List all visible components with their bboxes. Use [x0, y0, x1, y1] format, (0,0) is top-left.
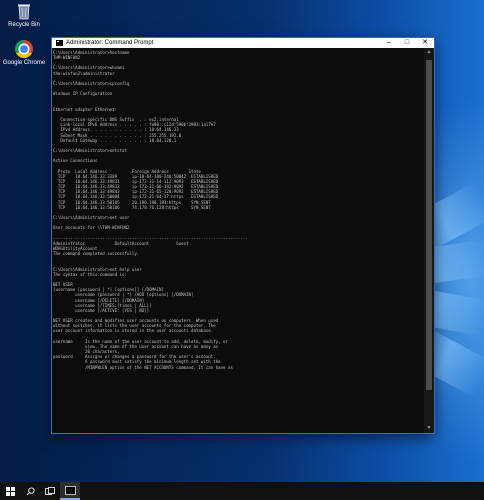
- command-prompt-icon: [56, 40, 63, 46]
- vertical-scrollbar[interactable]: ▲ ▼: [424, 48, 434, 433]
- command-prompt-window[interactable]: Administrator: Command Prompt – □ ✕ C:\U…: [52, 38, 434, 433]
- desktop-icon-label: Recycle Bin: [8, 22, 40, 28]
- desktop-icon-recycle-bin[interactable]: Recycle Bin: [2, 2, 46, 29]
- console-line: /MINPWLEN option of the NET ACCOUNTS com…: [53, 364, 233, 370]
- command-prompt-icon: [64, 485, 76, 495]
- chrome-icon: [15, 40, 33, 58]
- desktop-icon-google-chrome[interactable]: Google Chrome: [2, 40, 46, 67]
- scroll-down-arrow-icon[interactable]: ▼: [424, 424, 434, 433]
- console-text: C:\Users\Administrator>hostname THM-WINFU…: [53, 50, 424, 370]
- task-view-button[interactable]: [40, 482, 60, 500]
- windows-start-icon: [5, 486, 15, 496]
- minimize-button[interactable]: –: [380, 38, 398, 48]
- desktop-icon-label: Google Chrome: [2, 60, 46, 66]
- taskbar: [0, 482, 484, 500]
- search-icon: [26, 486, 35, 495]
- recycle-bin-icon: [18, 4, 30, 20]
- maximize-button[interactable]: □: [398, 38, 416, 48]
- close-button[interactable]: ✕: [416, 38, 434, 48]
- search-button[interactable]: [20, 482, 40, 500]
- window-title: Administrator: Command Prompt: [66, 40, 154, 46]
- console-output[interactable]: C:\Users\Administrator>hostname THM-WINFU…: [52, 48, 424, 433]
- task-view-icon: [44, 486, 55, 495]
- scrollbar-thumb[interactable]: [426, 60, 432, 390]
- scroll-up-arrow-icon[interactable]: ▲: [424, 48, 434, 57]
- window-titlebar[interactable]: Administrator: Command Prompt – □ ✕: [52, 38, 434, 48]
- taskbar-item-command-prompt[interactable]: [60, 482, 80, 500]
- start-button[interactable]: [0, 482, 20, 500]
